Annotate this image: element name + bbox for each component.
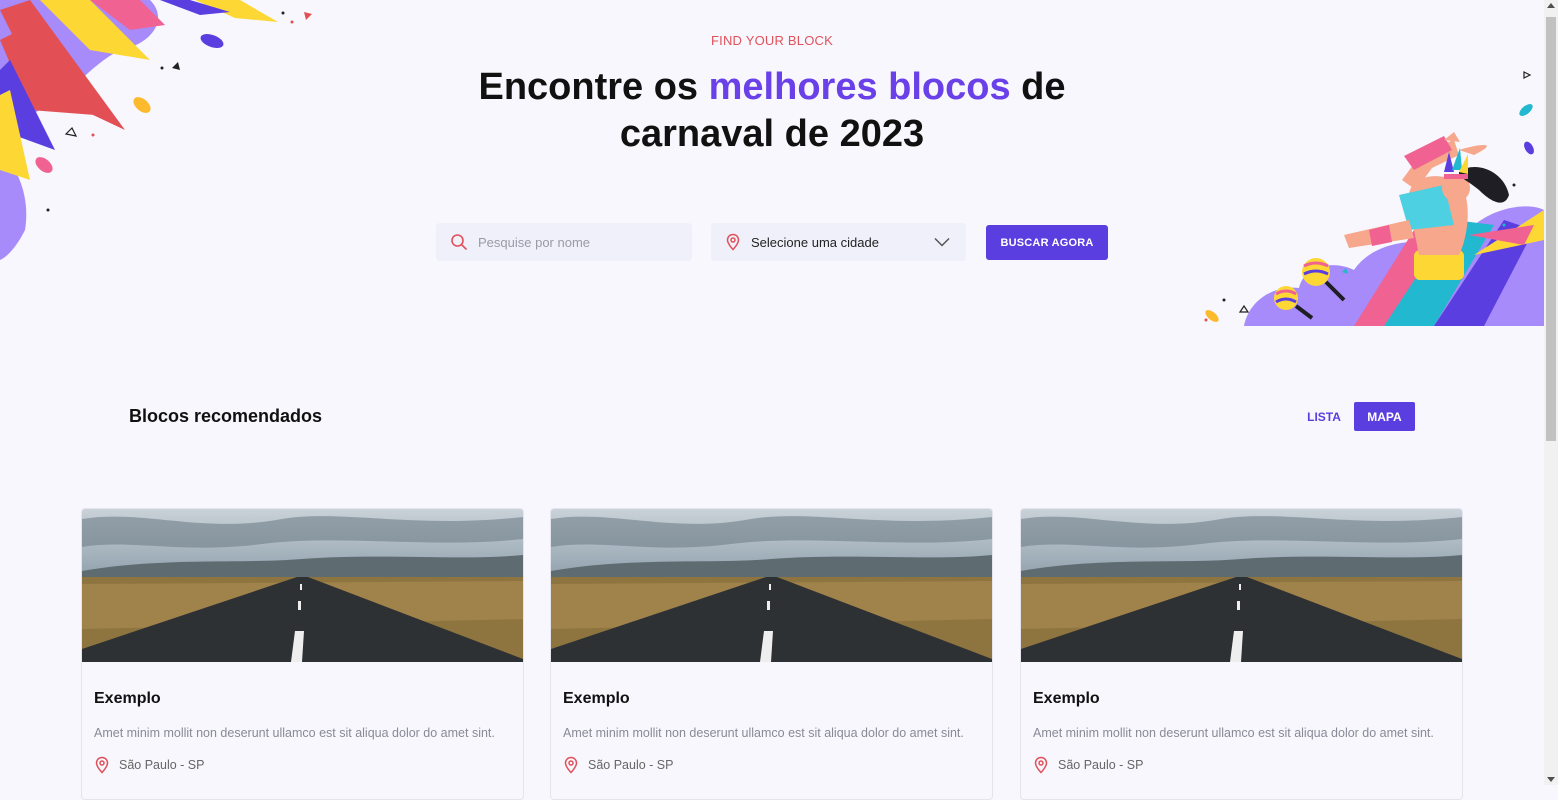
city-select[interactable]: Selecione uma cidade <box>711 223 966 261</box>
map-pin-icon <box>563 756 579 774</box>
view-map-button[interactable]: MAPA <box>1354 402 1415 431</box>
hero-title-part2: de <box>1010 66 1066 108</box>
block-card[interactable]: Exemplo Amet minim mollit non deserunt u… <box>81 508 524 800</box>
scroll-down-arrow-icon[interactable] <box>1547 777 1555 782</box>
hero-title-line2: carnaval de 2023 <box>619 113 925 155</box>
card-description: Amet minim mollit non deserunt ullamco e… <box>94 726 495 740</box>
card-image <box>82 509 523 662</box>
hero-eyebrow: FIND YOUR BLOCK <box>711 33 833 48</box>
hero-title-part1: Encontre os <box>478 66 709 108</box>
search-input[interactable] <box>476 233 680 251</box>
card-location: São Paulo - SP <box>1033 756 1143 774</box>
card-location: São Paulo - SP <box>563 756 673 774</box>
search-box[interactable] <box>436 223 692 261</box>
card-description: Amet minim mollit non deserunt ullamco e… <box>563 726 964 740</box>
card-location: São Paulo - SP <box>94 756 204 774</box>
search-now-button[interactable]: BUSCAR AGORA <box>986 225 1108 260</box>
hero-title-accent: melhores blocos <box>708 66 1011 108</box>
card-title: Exemplo <box>94 690 161 707</box>
map-pin-icon <box>1033 756 1049 774</box>
city-select-value: Selecione uma cidade <box>751 234 879 250</box>
card-title: Exemplo <box>563 690 630 707</box>
block-card[interactable]: Exemplo Amet minim mollit non deserunt u… <box>550 508 993 800</box>
chevron-down-icon <box>934 237 950 247</box>
card-location-text: São Paulo - SP <box>1058 758 1144 772</box>
hero-title: Encontre os melhores blocos de carnaval … <box>0 64 1544 158</box>
search-icon <box>450 233 468 251</box>
map-pin-icon <box>725 233 741 251</box>
block-card[interactable]: Exemplo Amet minim mollit non deserunt u… <box>1020 508 1463 800</box>
card-title: Exemplo <box>1033 690 1100 707</box>
map-pin-icon <box>94 756 110 774</box>
card-image <box>1021 509 1462 662</box>
scrollbar-thumb[interactable] <box>1546 17 1556 441</box>
card-image <box>551 509 992 662</box>
card-description: Amet minim mollit non deserunt ullamco e… <box>1033 726 1434 740</box>
card-location-text: São Paulo - SP <box>588 758 674 772</box>
scroll-up-arrow-icon[interactable] <box>1547 3 1555 8</box>
section-title: Blocos recomendados <box>129 406 323 426</box>
scrollbar[interactable] <box>1544 0 1558 785</box>
card-location-text: São Paulo - SP <box>119 758 205 772</box>
view-list-button[interactable]: LISTA <box>1296 402 1352 431</box>
